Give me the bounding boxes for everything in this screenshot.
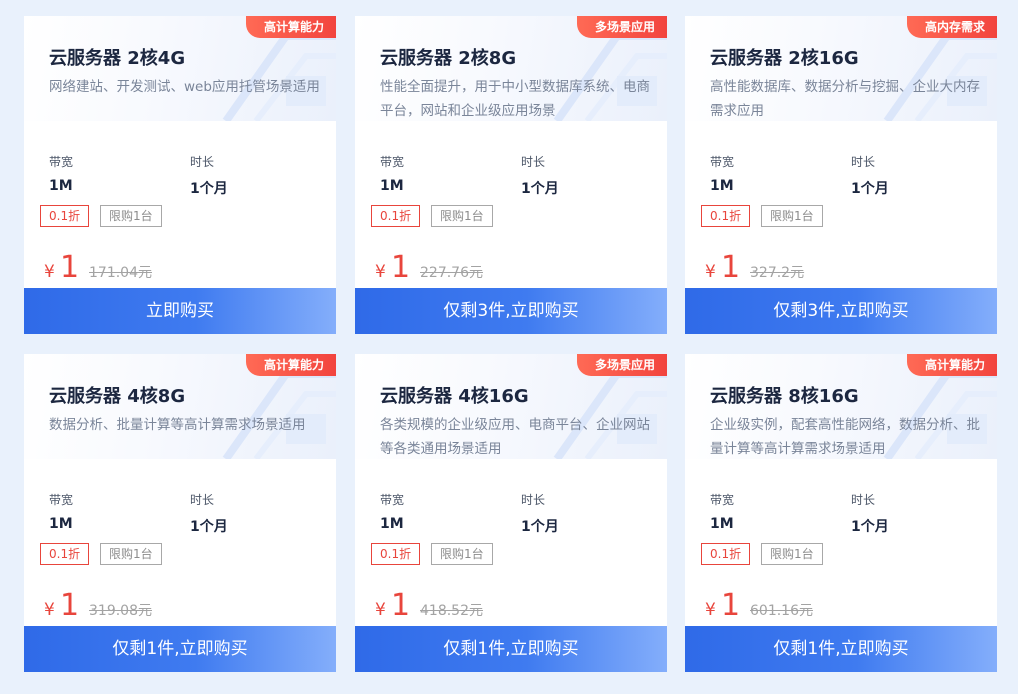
product-description: 网络建站、开发测试、web应用托管场景适用	[49, 79, 320, 95]
duration-value: 1个月	[851, 181, 889, 197]
bandwidth-label: 带宽	[380, 155, 405, 169]
purchase-limit-tag: 限购1台	[431, 205, 493, 227]
product-description: 数据分析、批量计算等高计算需求场景适用	[49, 417, 306, 433]
buy-now-button[interactable]: 仅剩3件,立即购买	[355, 288, 667, 334]
sale-price: 1	[60, 250, 80, 285]
feature-badge: 高计算能力	[906, 354, 997, 376]
original-price: 227.76元	[420, 265, 483, 281]
discount-tag: 0.1折	[701, 205, 751, 227]
product-title: 云服务器 2核4G	[49, 48, 186, 69]
discount-tag: 0.1折	[371, 543, 421, 565]
product-title: 云服务器 8核16G	[710, 386, 859, 407]
purchase-limit-tag: 限购1台	[761, 205, 823, 227]
bandwidth-value: 1M	[49, 178, 73, 194]
duration-value: 1个月	[521, 181, 559, 197]
discount-tag: 0.1折	[371, 205, 421, 227]
original-price: 171.04元	[89, 265, 152, 281]
original-price: 601.16元	[750, 603, 813, 619]
product-description: 高性能数据库、数据分析与挖掘、企业大内存需求应用	[710, 79, 980, 119]
bandwidth-value: 1M	[710, 178, 734, 194]
original-price: 418.52元	[420, 603, 483, 619]
currency-symbol: ¥	[44, 600, 55, 620]
purchase-limit-tag: 限购1台	[100, 543, 162, 565]
sale-price: 1	[391, 588, 411, 623]
product-card: 多场景应用 云服务器 2核8G 性能全面提升，用于中小型数据库系统、电商平台，网…	[355, 16, 667, 334]
duration-label: 时长	[190, 155, 215, 169]
product-title: 云服务器 4核16G	[380, 386, 529, 407]
bandwidth-label: 带宽	[49, 155, 74, 169]
bandwidth-value: 1M	[380, 516, 404, 532]
feature-badge: 高内存需求	[906, 16, 997, 38]
feature-badge: 高计算能力	[245, 354, 336, 376]
currency-symbol: ¥	[705, 262, 716, 282]
bandwidth-label: 带宽	[710, 155, 735, 169]
product-title: 云服务器 4核8G	[49, 386, 186, 407]
purchase-limit-tag: 限购1台	[761, 543, 823, 565]
product-title: 云服务器 2核16G	[710, 48, 859, 69]
sale-price: 1	[391, 250, 411, 285]
discount-tag: 0.1折	[701, 543, 751, 565]
duration-label: 时长	[851, 493, 876, 507]
sale-price: 1	[721, 588, 741, 623]
buy-now-button[interactable]: 仅剩3件,立即购买	[685, 288, 997, 334]
duration-label: 时长	[190, 493, 215, 507]
duration-value: 1个月	[851, 519, 889, 535]
duration-label: 时长	[521, 155, 546, 169]
feature-badge: 高计算能力	[245, 16, 336, 38]
discount-tag: 0.1折	[40, 205, 90, 227]
product-card: 多场景应用 云服务器 4核16G 各类规模的企业级应用、电商平台、企业网站等各类…	[355, 354, 667, 672]
buy-now-button[interactable]: 仅剩1件,立即购买	[355, 626, 667, 672]
duration-label: 时长	[521, 493, 546, 507]
product-card: 高计算能力 云服务器 8核16G 企业级实例，配套高性能网络，数据分析、批量计算…	[685, 354, 997, 672]
original-price: 327.2元	[750, 265, 805, 281]
buy-now-button[interactable]: 立即购买	[24, 288, 336, 334]
duration-value: 1个月	[190, 519, 228, 535]
bandwidth-value: 1M	[49, 516, 73, 532]
currency-symbol: ¥	[375, 600, 386, 620]
bandwidth-label: 带宽	[49, 493, 74, 507]
currency-symbol: ¥	[44, 262, 55, 282]
product-card: 高计算能力 云服务器 2核4G 网络建站、开发测试、web应用托管场景适用 带宽…	[24, 16, 336, 334]
currency-symbol: ¥	[705, 600, 716, 620]
sale-price: 1	[721, 250, 741, 285]
bandwidth-label: 带宽	[710, 493, 735, 507]
product-title: 云服务器 2核8G	[380, 48, 517, 69]
product-card: 高计算能力 云服务器 4核8G 数据分析、批量计算等高计算需求场景适用 带宽 时…	[24, 354, 336, 672]
buy-now-button[interactable]: 仅剩1件,立即购买	[24, 626, 336, 672]
product-grid: 高计算能力 云服务器 2核4G 网络建站、开发测试、web应用托管场景适用 带宽…	[0, 0, 1018, 694]
bandwidth-value: 1M	[710, 516, 734, 532]
duration-value: 1个月	[521, 519, 559, 535]
duration-label: 时长	[851, 155, 876, 169]
bandwidth-label: 带宽	[380, 493, 405, 507]
product-description: 企业级实例，配套高性能网络，数据分析、批量计算等高计算需求场景适用	[710, 417, 980, 457]
purchase-limit-tag: 限购1台	[431, 543, 493, 565]
purchase-limit-tag: 限购1台	[100, 205, 162, 227]
sale-price: 1	[60, 588, 80, 623]
feature-badge: 多场景应用	[576, 16, 667, 38]
product-description: 性能全面提升，用于中小型数据库系统、电商平台，网站和企业级应用场景	[380, 79, 650, 119]
discount-tag: 0.1折	[40, 543, 90, 565]
buy-now-button[interactable]: 仅剩1件,立即购买	[685, 626, 997, 672]
original-price: 319.08元	[89, 603, 152, 619]
feature-badge: 多场景应用	[576, 354, 667, 376]
bandwidth-value: 1M	[380, 178, 404, 194]
currency-symbol: ¥	[375, 262, 386, 282]
duration-value: 1个月	[190, 181, 228, 197]
product-card: 高内存需求 云服务器 2核16G 高性能数据库、数据分析与挖掘、企业大内存需求应…	[685, 16, 997, 334]
product-description: 各类规模的企业级应用、电商平台、企业网站等各类通用场景适用	[380, 417, 650, 457]
